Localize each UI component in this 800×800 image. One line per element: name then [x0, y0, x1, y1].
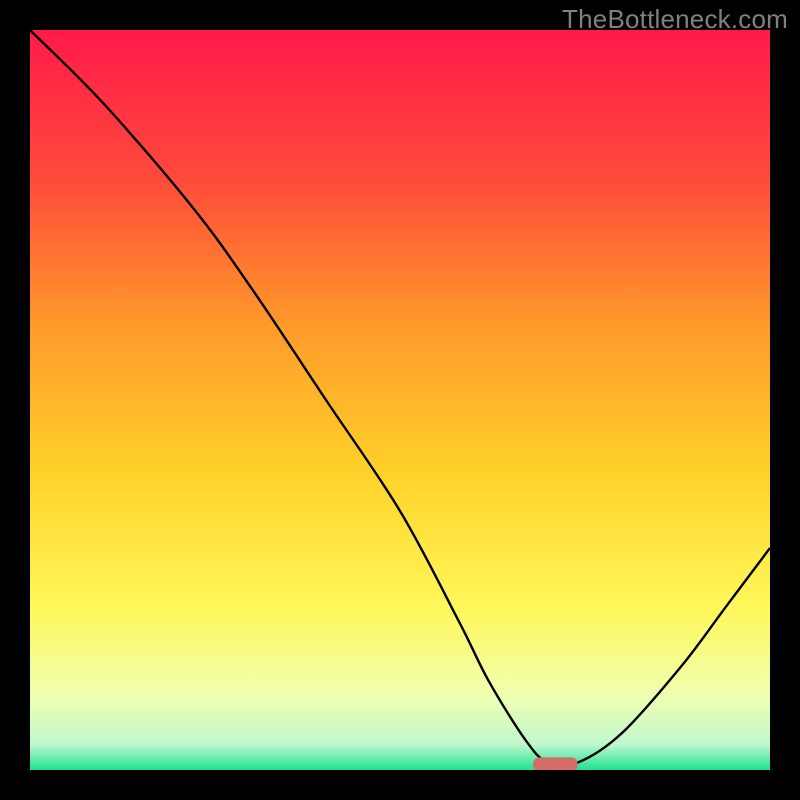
optimum-marker — [533, 757, 577, 770]
watermark-label: TheBottleneck.com — [562, 4, 788, 35]
plot-background — [30, 30, 770, 770]
chart-frame: TheBottleneck.com — [0, 0, 800, 800]
bottleneck-plot — [30, 30, 770, 770]
